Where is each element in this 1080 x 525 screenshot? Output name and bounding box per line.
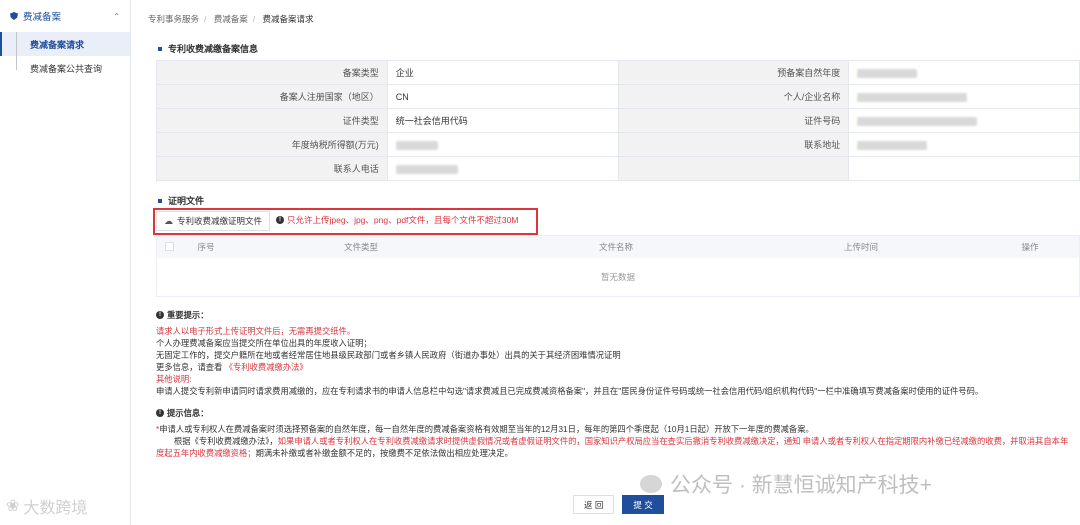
column-header: 文件类型 xyxy=(343,242,378,252)
redacted-value xyxy=(848,132,1080,157)
tip-line: 根据《专利收费减缴办法》，如果申请人或者专利权人在专利收费减缴请求时提供虚假情况… xyxy=(156,436,1069,458)
breadcrumb-current: 费减备案请求 xyxy=(262,14,314,24)
redacted-value xyxy=(386,132,619,157)
note-line: 更多信息，请查看 《专利收费减缴办法》 xyxy=(156,362,308,372)
field-label: 个人/企业名称 xyxy=(617,84,850,109)
redacted-value xyxy=(848,60,1080,85)
breadcrumb-item[interactable]: 专利事务服务 xyxy=(148,14,199,24)
watermark-left: ❀ 大数跨境 xyxy=(6,498,88,517)
tree-line xyxy=(16,32,17,70)
table-row: 年度纳税所得额(万元) 联系地址 xyxy=(156,132,1080,157)
column-header: 文件名称 xyxy=(598,242,633,252)
shield-icon xyxy=(10,12,18,20)
exclamation-icon: ! xyxy=(156,311,164,319)
tips-title: ! 提示信息： xyxy=(156,407,1076,419)
exclamation-icon: ! xyxy=(276,216,284,224)
upload-tip: ! 只允许上传jpeg、jpg、png、pdf文件，且每个文件不超过30M xyxy=(276,214,518,226)
breadcrumb-item[interactable]: 费减备案 xyxy=(214,14,248,24)
note-line: 请求人以电子形式上传证明文件后，无需再提交纸件。 xyxy=(156,326,356,336)
redacted-value xyxy=(848,108,1080,133)
file-table: 序号 文件类型 文件名称 上传时间 操作 暂无数据 xyxy=(156,235,1080,297)
field-label: 备案人注册国家（地区） xyxy=(156,84,388,109)
table-row: 证件类型 统一社会信用代码 证件号码 xyxy=(156,108,1080,133)
sidebar-item-fee-request[interactable]: 费减备案请求 xyxy=(0,32,130,56)
note-line: 申请人提交专利新申请同时请求费用减缴的，应在专利请求书的申请人信息栏中勾选"请求… xyxy=(156,386,984,396)
field-value: 统一社会信用代码 xyxy=(386,108,619,133)
table-row: 备案人注册国家（地区） CN 个人/企业名称 xyxy=(156,84,1080,109)
select-all-checkbox[interactable] xyxy=(164,241,174,251)
wechat-icon xyxy=(640,475,662,493)
tips-notes: ! 提示信息： *申请人或专利权人在费减备案时须选择预备案的自然年度，每一自然年… xyxy=(156,407,1076,459)
sidebar-item-public-query[interactable]: 费减备案公共查询 xyxy=(0,56,130,80)
field-value xyxy=(848,156,1080,181)
field-label: 年度纳税所得额(万元) xyxy=(156,132,388,157)
main-content: 专利事务服务 / 费减备案 / 费减备案请求 专利收费减缴备案信息 备案类型 企业 … xyxy=(131,0,1080,525)
column-header: 操作 xyxy=(1021,242,1039,252)
field-label: 联系地址 xyxy=(617,132,850,157)
sidebar-item-label: 费减备案请求 xyxy=(30,39,85,50)
sidebar-item-label: 费减备案公共查询 xyxy=(30,63,103,74)
tip-line: *申请人或专利权人在费减备案时须选择预备案的自然年度，每一自然年度的费减备案资格… xyxy=(156,424,814,434)
breadcrumb: 专利事务服务 / 费减备案 / 费减备案请求 xyxy=(148,14,314,24)
redacted-value xyxy=(386,156,619,181)
sidebar: 费减备案 ⌃ 费减备案请求 费减备案公共查询 xyxy=(0,0,131,525)
note-line: 个人办理费减备案应当提交所在单位出具的年度收入证明； xyxy=(156,338,372,348)
watermark-logo-icon: ❀ xyxy=(6,498,20,515)
important-title: ! 重要提示： xyxy=(156,309,1076,321)
back-button[interactable]: 返 回 xyxy=(573,495,615,514)
field-value: 企业 xyxy=(386,60,619,85)
field-label: 备案类型 xyxy=(156,60,388,85)
sidebar-group-label: 费减备案 xyxy=(23,12,62,23)
note-line: 其他说明: xyxy=(156,374,192,384)
field-label: 证件号码 xyxy=(617,108,850,133)
upload-proof-button[interactable]: ☁ 专利收费减缴证明文件 xyxy=(156,211,270,231)
field-label: 证件类型 xyxy=(156,108,388,133)
important-notes: ! 重要提示： 请求人以电子形式上传证明文件后，无需再提交纸件。 个人办理费减备… xyxy=(156,309,1076,397)
field-label: 预备案自然年度 xyxy=(617,60,850,85)
table-row: 备案类型 企业 预备案自然年度 xyxy=(156,60,1080,85)
column-header: 序号 xyxy=(197,242,215,252)
field-label xyxy=(617,156,850,181)
info-table: 备案类型 企业 预备案自然年度 备案人注册国家（地区） CN 个人/企业名称 证… xyxy=(156,60,1080,181)
field-label: 联系人电话 xyxy=(156,156,388,181)
file-table-header: 序号 文件类型 文件名称 上传时间 操作 xyxy=(157,236,1079,258)
note-line: 无固定工作的，提交户籍所在地或者经常居住地县级民政部门或者乡镇人民政府（街道办事… xyxy=(156,350,621,360)
proof-section-title: 证明文件 xyxy=(158,194,204,207)
empty-state: 暂无数据 xyxy=(600,272,635,282)
redacted-value xyxy=(848,84,1080,109)
upload-button-label: 专利收费减缴证明文件 xyxy=(176,216,262,226)
info-section-title: 专利收费减缴备案信息 xyxy=(158,42,258,55)
regulation-link[interactable]: 《专利收费减缴办法》 xyxy=(225,362,308,372)
field-value: CN xyxy=(386,84,619,109)
table-row: 联系人电话 xyxy=(156,156,1080,181)
column-header: 上传时间 xyxy=(843,242,878,252)
chevron-up-icon[interactable]: ⌃ xyxy=(113,12,120,21)
cloud-upload-icon: ☁ xyxy=(163,215,173,226)
section-bullet-icon xyxy=(158,198,162,203)
sidebar-group-fee-reduction[interactable]: 费减备案 ⌃ xyxy=(0,0,130,32)
exclamation-icon: ! xyxy=(156,409,164,417)
section-bullet-icon xyxy=(158,46,162,51)
watermark-right: 公众号 · 新慧恒诚知产科技+ xyxy=(640,469,932,499)
